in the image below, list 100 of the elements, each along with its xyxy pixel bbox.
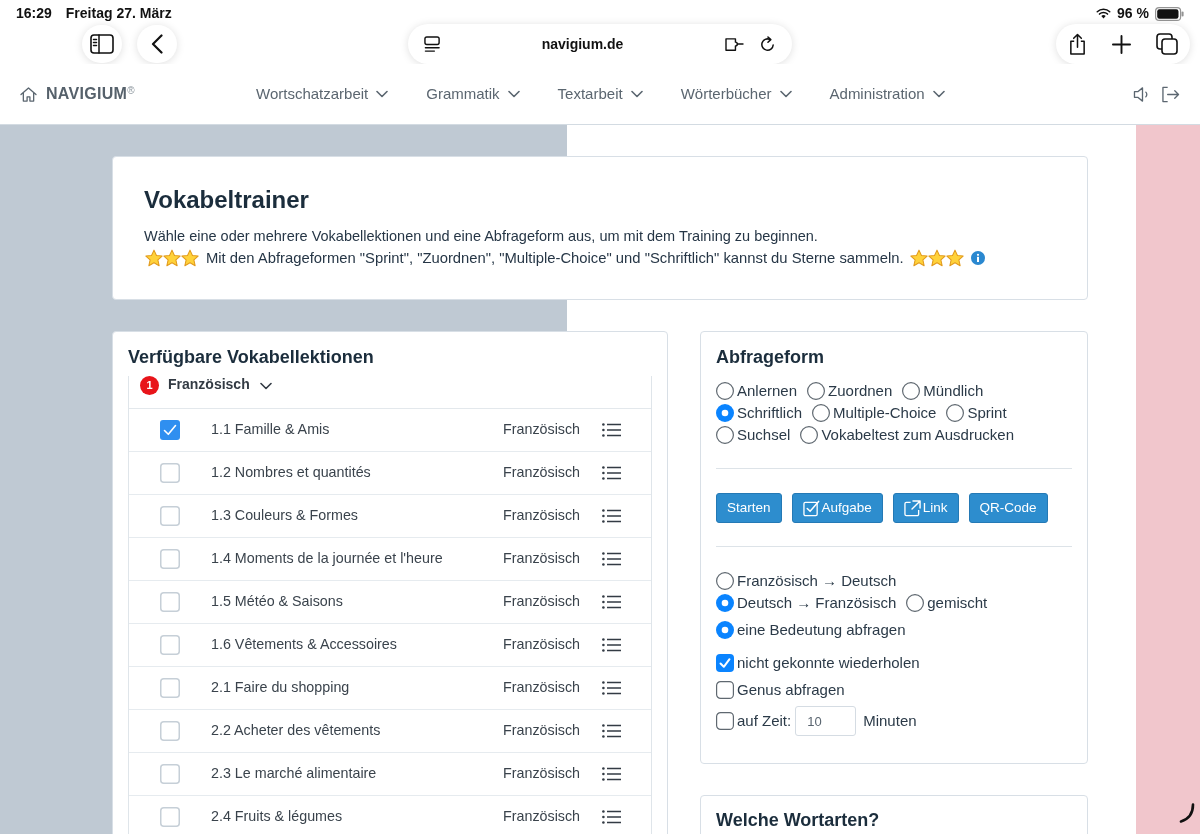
lesson-title: 2.2 Acheter des vêtements: [211, 721, 382, 741]
corner-handle-icon[interactable]: [1179, 803, 1195, 823]
radio-button[interactable]: [716, 621, 734, 639]
list-icon[interactable]: [602, 509, 621, 523]
radio-button[interactable]: [716, 594, 734, 612]
radio-label: Vokabeltest zum Ausdrucken: [821, 425, 1014, 445]
radio-label: Anlernen: [737, 381, 798, 401]
nav-menu[interactable]: Textarbeit: [557, 82, 643, 106]
list-icon[interactable]: [602, 767, 621, 781]
back-button[interactable]: [137, 25, 177, 63]
checkbox-icon: [802, 499, 820, 517]
sidebar-icon: [90, 34, 114, 54]
checkbox-label: Genus abfragen: [737, 679, 845, 700]
checkbox[interactable]: [160, 420, 180, 440]
lesson-title: 1.5 Météo & Saisons: [211, 592, 344, 612]
stars-icon: [144, 249, 200, 267]
nav-menu[interactable]: Administration: [829, 82, 945, 106]
lesson-title: 2.1 Faire du shopping: [211, 678, 351, 698]
section-title: Verfügbare Vokabellektionen: [128, 346, 375, 369]
plus-icon[interactable]: [1112, 34, 1131, 54]
lesson-language: Französisch: [503, 764, 582, 784]
lesson-language: Französisch: [503, 506, 582, 526]
list-icon[interactable]: [602, 595, 621, 609]
radio-button[interactable]: [716, 572, 734, 590]
chevron-down-icon: [376, 90, 389, 98]
logout-icon[interactable]: [1161, 85, 1180, 103]
lesson-language: Französisch: [503, 678, 582, 698]
chevron-down-icon[interactable]: [259, 382, 272, 390]
checkbox[interactable]: [716, 654, 734, 672]
nav-menu[interactable]: Grammatik: [426, 82, 520, 106]
action-button[interactable]: Starten: [716, 493, 782, 523]
radio-button[interactable]: [716, 382, 734, 400]
status-date: Freitag 27. März: [65, 4, 172, 23]
count-badge: 1: [140, 376, 159, 395]
intro-text: Wähle eine oder mehrere Vokabellektionen und eine Abfrageform aus, um mit dem Training zu beginnen.: [144, 227, 819, 246]
list-icon[interactable]: [602, 423, 621, 437]
lesson-title: 2.3 Le marché alimentaire: [211, 764, 378, 784]
tabs-icon[interactable]: [1156, 33, 1178, 55]
group-label: Französisch: [168, 376, 250, 393]
sidebar-button[interactable]: [82, 25, 122, 63]
radio-label: Deutsch → Französisch: [737, 593, 897, 613]
chevron-down-icon: [779, 90, 792, 98]
list-icon[interactable]: [602, 681, 621, 695]
list-icon[interactable]: [602, 552, 621, 566]
url-text: navigium.de: [540, 34, 625, 54]
wifi-icon: [1096, 8, 1112, 19]
radio-label: Mündlich: [923, 381, 984, 401]
nav-menu[interactable]: Wortschatzarbeit: [256, 82, 389, 106]
action-button[interactable]: Aufgabe: [791, 493, 883, 523]
lesson-title: 1.3 Couleurs & Formes: [211, 506, 359, 526]
section-title: Welche Wortarten?: [716, 809, 881, 832]
share-icon[interactable]: [1068, 32, 1087, 56]
radio-button[interactable]: [812, 404, 831, 422]
radio-label: Multiple-Choice: [833, 403, 937, 423]
address-bar[interactable]: navigium.de: [408, 24, 792, 64]
home-icon[interactable]: [20, 86, 37, 102]
lesson-title: 1.6 Vêtements & Accessoires: [211, 635, 398, 655]
lesson-language: Französisch: [503, 420, 582, 440]
checkbox-label: nicht gekonnte wiederholen: [737, 652, 920, 673]
list-icon[interactable]: [602, 724, 621, 738]
radio-label: Suchsel: [737, 425, 791, 445]
list-icon[interactable]: [602, 810, 621, 824]
lesson-title: 2.4 Fruits & légumes: [211, 807, 344, 827]
intro-text: Mit den Abfrageformen "Sprint", "Zuordnen", "Multiple-Choice" und "Schriftlich" kannst du Sterne sammeln.: [206, 249, 904, 268]
checkbox[interactable]: [716, 712, 734, 730]
minutes-input[interactable]: 10: [795, 706, 857, 736]
lesson-title: 1.4 Moments de la journée et l'heure: [211, 549, 444, 569]
info-icon[interactable]: [970, 251, 985, 265]
action-button[interactable]: QR-Code: [968, 493, 1048, 523]
chevron-down-icon: [630, 90, 643, 98]
nav-menu[interactable]: Wörterbücher: [680, 82, 792, 106]
external-link-icon: [903, 499, 921, 517]
lesson-language: Französisch: [503, 721, 582, 741]
lesson-language: Französisch: [503, 635, 582, 655]
radio-button[interactable]: [800, 426, 819, 444]
reload-icon[interactable]: [759, 35, 776, 53]
battery-percent: 96 %: [1117, 4, 1149, 23]
battery-icon: [1155, 6, 1184, 21]
radio-button[interactable]: [807, 382, 826, 400]
list-icon[interactable]: [602, 638, 621, 652]
radio-label: Schriftlich: [737, 403, 803, 423]
radio-button[interactable]: [716, 404, 734, 422]
radio-button[interactable]: [906, 594, 925, 612]
radio-label: gemischt: [927, 593, 988, 613]
lesson-title: 1.1 Famille & Amis: [211, 420, 331, 440]
lesson-language: Französisch: [503, 807, 582, 827]
brand-link[interactable]: NAVIGIUM$^{®}$: [46, 82, 135, 106]
radio-button[interactable]: [716, 426, 734, 444]
list-icon[interactable]: [602, 466, 621, 480]
radio-label: Sprint: [967, 403, 1007, 423]
chevron-down-icon: [507, 90, 520, 98]
radio-button[interactable]: [946, 404, 965, 422]
checkbox[interactable]: [716, 681, 734, 699]
radio-button[interactable]: [902, 382, 921, 400]
extension-icon[interactable]: [724, 35, 745, 53]
lesson-title: 1.2 Nombres et quantités: [211, 463, 372, 483]
page-menu-icon[interactable]: [424, 35, 441, 53]
page-title: Vokabeltrainer: [144, 185, 310, 215]
action-button[interactable]: Link: [892, 493, 959, 523]
chevron-down-icon: [932, 90, 945, 98]
